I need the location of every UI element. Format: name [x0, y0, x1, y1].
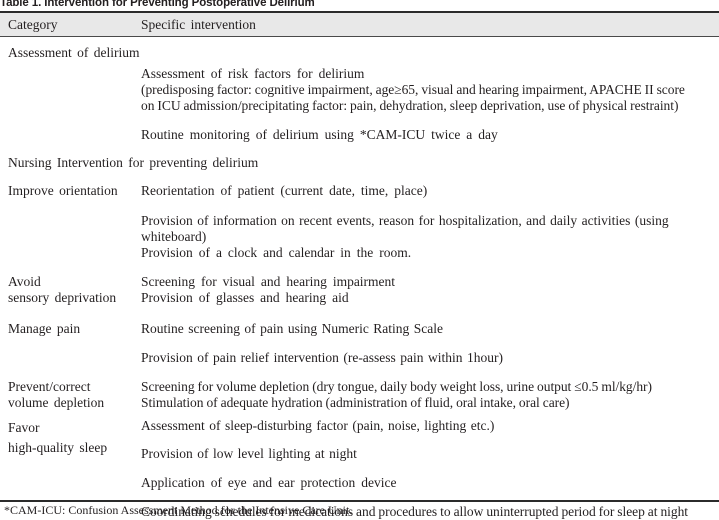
- row-line: Provision of a clock and calendar in the…: [141, 245, 412, 260]
- row-specific-intervention: Screening for volume depletion (dry tong…: [141, 379, 715, 411]
- row-line: Provision of glasses and hearing aid: [141, 290, 349, 305]
- row-line: (predisposing factor: cognitive impairme…: [141, 82, 685, 97]
- row-specific-intervention: Screening for visual and hearing impairm…: [141, 274, 715, 306]
- row-category: Improve orientation: [8, 183, 118, 198]
- row-specific-intervention: Provision of pain relief intervention (r…: [141, 350, 715, 366]
- row-specific-intervention: Assessment of sleep-disturbing factor (p…: [141, 418, 715, 434]
- row-line: Assessment of sleep-disturbing factor (p…: [141, 418, 495, 433]
- row-line: Assessment of risk factors for delirium: [141, 66, 365, 81]
- row-category: Favor high-quality sleep: [8, 420, 108, 455]
- row-specific-intervention: Reorientation of patient (current date, …: [141, 183, 715, 199]
- table-header-row: Category Specific intervention: [0, 13, 719, 36]
- row-line: Provision of pain relief intervention (r…: [141, 350, 503, 365]
- row-specific-intervention: Assessment of risk factors for delirium …: [141, 66, 715, 114]
- row-line: whiteboard): [141, 229, 207, 244]
- row-line: Screening for volume depletion (dry tong…: [141, 379, 652, 394]
- table-caption: Table 1. Intervention for Preventing Pos…: [0, 0, 315, 9]
- row-specific-intervention: Provision of information on recent event…: [141, 213, 715, 261]
- column-header-category: Category: [8, 17, 58, 32]
- row-line: on ICU admission/precipitating factor: p…: [141, 98, 679, 113]
- row-line: Routine screening of pain using Numeric …: [141, 321, 444, 336]
- table-body: Assessment of delirium Assessment of ris…: [0, 37, 719, 519]
- row-specific-intervention: Routine screening of pain using Numeric …: [141, 321, 715, 337]
- row-line: Stimulation of adequate hydration (admin…: [141, 395, 570, 410]
- row-specific-intervention: Application of eye and ear protection de…: [141, 475, 715, 491]
- row-specific-intervention: Routine monitoring of delirium using *CA…: [141, 127, 715, 143]
- row-specific-intervention: Provision of low level lighting at night: [141, 446, 715, 462]
- row-line: Provision of low level lighting at night: [141, 446, 357, 461]
- table-footnote: *CAM-ICU: Confusion Assessment Method fo…: [4, 503, 353, 517]
- row-line: Provision of information on recent event…: [141, 213, 669, 228]
- table-container: Table 1. Intervention for Preventing Pos…: [0, 0, 719, 520]
- row-category: Manage pain: [8, 321, 81, 336]
- table-bottom-rule: [0, 500, 719, 502]
- row-line: Reorientation of patient (current date, …: [141, 183, 428, 198]
- row-line: Screening for visual and hearing impairm…: [141, 274, 396, 289]
- section-heading-assessment: Assessment of delirium: [8, 45, 140, 60]
- row-line: Application of eye and ear protection de…: [141, 475, 397, 490]
- row-line: Routine monitoring of delirium using *CA…: [141, 127, 498, 142]
- column-header-specific-intervention: Specific intervention: [141, 17, 256, 32]
- row-category: Avoid sensory deprivation: [8, 274, 117, 305]
- section-heading-nursing: Nursing Intervention for preventing deli…: [8, 155, 259, 170]
- row-category: Prevent/correct volume depletion: [8, 379, 105, 410]
